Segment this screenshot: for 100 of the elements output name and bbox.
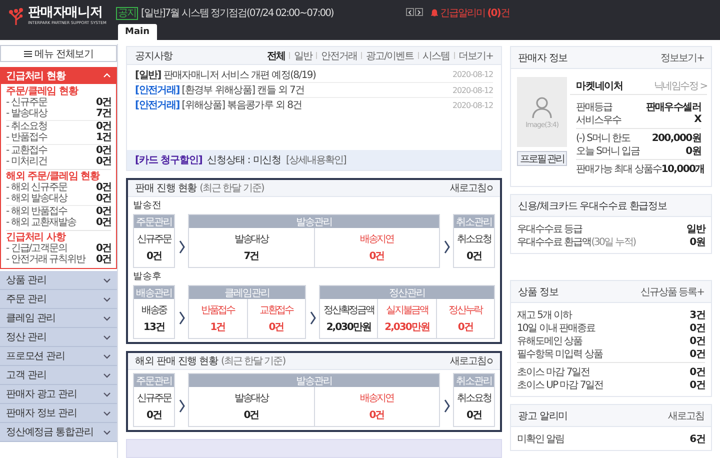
menu-item[interactable]: 상품 관리 xyxy=(0,271,117,290)
status-label: 배송지연 xyxy=(360,233,394,246)
more-link[interactable]: 더보기+ xyxy=(458,48,493,62)
chevron-down-icon xyxy=(103,410,111,416)
status-label[interactable]: - 취소요청 xyxy=(6,122,47,132)
status-count[interactable]: 0건 xyxy=(268,320,284,334)
prev-button[interactable] xyxy=(406,8,414,16)
status-label[interactable]: - 반품접수 xyxy=(6,132,47,143)
status-label[interactable]: - 해외 교환재발송 xyxy=(6,218,76,228)
urgent-header[interactable]: 긴급처리 현황 xyxy=(0,67,117,84)
notice-link[interactable]: [안전거래] [위해상품] 볶음콩가루 외 8건 xyxy=(135,98,302,112)
status-label[interactable]: - 해외 반품접수 xyxy=(6,207,67,218)
status-label: 정산누락 xyxy=(448,304,482,317)
info-value: 0원 xyxy=(690,236,705,248)
status-count[interactable]: 2,030만원 xyxy=(384,320,430,334)
status-count[interactable]: 0건 xyxy=(369,408,384,422)
status-count[interactable]: 1건 xyxy=(210,320,226,334)
status-count[interactable]: 0건 xyxy=(244,408,259,422)
status-count[interactable]: 7건 xyxy=(244,249,259,263)
chevron-down-icon xyxy=(103,278,111,282)
notice-link[interactable]: [일반] 판매자매니저 서비스 개편 예정(8/19) xyxy=(135,68,316,82)
chevron-right-icon xyxy=(444,240,450,254)
chevron-right-icon xyxy=(310,311,316,325)
status-count: 7건 xyxy=(96,108,111,119)
status-count: 0건 xyxy=(96,122,111,132)
refresh-link[interactable]: 새로고침 xyxy=(450,181,493,195)
status-label: 배송지연 xyxy=(360,392,394,405)
filter-tab[interactable]: 안전거래 xyxy=(321,48,358,62)
notice-badge: 공지 xyxy=(116,6,138,20)
menu-item[interactable]: 고객 관리 xyxy=(0,366,117,385)
info-label: 미확인 알림 xyxy=(517,432,564,446)
status-label: 발송대상 xyxy=(234,233,268,246)
main-tab[interactable]: Main xyxy=(118,24,157,40)
status-label: 신규주문 xyxy=(137,392,171,405)
next-button[interactable] xyxy=(415,8,423,16)
chevron-up-icon xyxy=(103,73,111,78)
card-status: 신청상태 : 미신청 xyxy=(207,154,281,167)
status-label[interactable]: - 해외 발송대상 xyxy=(6,194,67,204)
filter-tab[interactable]: 일반 xyxy=(294,48,312,62)
info-label: 10일 이내 판매종료 xyxy=(517,322,596,334)
menu-item[interactable]: 클레임 관리 xyxy=(0,309,117,328)
status-count[interactable]: 0건 xyxy=(466,249,482,263)
detail-link[interactable]: [상세내용확인] xyxy=(286,153,346,167)
info-value: 0건 xyxy=(690,348,705,360)
seller-name: 마켓네이처 xyxy=(575,80,624,92)
menu-item[interactable]: 판매자 광고 관리 xyxy=(0,385,117,404)
status-count[interactable]: 0건 xyxy=(146,249,162,263)
status-count: 0건 xyxy=(96,218,111,228)
status-count[interactable]: 0건 xyxy=(369,249,384,263)
menu-item[interactable]: 정산 관리 xyxy=(0,328,117,347)
chevron-down-icon xyxy=(103,430,111,434)
group-header: 정산관리 xyxy=(320,286,494,299)
menu-item[interactable]: 정산예정금 통합관리 xyxy=(0,423,117,442)
status-label[interactable]: - 해외 신규주문 xyxy=(6,183,67,194)
more-link[interactable]: 신규상품 등록+ xyxy=(640,284,704,298)
group-header: 클레임관리 xyxy=(189,286,305,299)
status-count[interactable]: 0건 xyxy=(466,408,482,422)
info-label: 초이스 UP 마감 7일전 xyxy=(517,378,604,392)
status-count[interactable]: 13건 xyxy=(144,320,164,334)
status-label: 발송대상 xyxy=(234,392,268,405)
notice-date: 2020-08-12 xyxy=(452,70,493,79)
urgent-alert-link[interactable]: 긴급알리미 (0)건 xyxy=(431,6,510,20)
menu-all-button[interactable]: 메뉴 전체보기 xyxy=(0,45,117,62)
info-value: 200,000원 xyxy=(652,132,701,144)
status-label[interactable]: - 교환접수 xyxy=(6,146,47,156)
profile-button[interactable]: 프로필 관리 xyxy=(517,151,567,166)
status-label[interactable]: - 신규주문 xyxy=(6,98,47,108)
status-label: 신규주문 xyxy=(137,233,171,246)
info-value: 0원 xyxy=(686,144,701,158)
refresh-link[interactable]: 새로고침 xyxy=(450,354,493,368)
info-value: 판매우수셀러 xyxy=(646,100,701,114)
status-count[interactable]: 0건 xyxy=(146,408,162,422)
status-count[interactable]: 2,030만원 xyxy=(326,320,371,334)
menu-item[interactable]: 주문 관리 xyxy=(0,290,117,309)
menu-item[interactable]: 판매자 정보 관리 xyxy=(0,404,117,423)
status-label[interactable]: - 발송대상 xyxy=(6,108,47,119)
info-label: 오늘 S머니 입금 xyxy=(576,144,640,158)
notice-text[interactable]: [일반]7월 시스템 정기점검(07/24 02:00~07:00) xyxy=(141,6,334,20)
user-icon xyxy=(530,95,554,119)
status-label[interactable]: - 안전거래 규칙위반 xyxy=(6,254,85,265)
info-label: 서비스우수 xyxy=(576,114,621,126)
menu-item[interactable]: 프로모션 관리 xyxy=(0,347,117,366)
notice-link[interactable]: [안전거래] [환경부 위해상품] 캔들 외 7건 xyxy=(135,83,304,97)
filter-tab[interactable]: 전체 xyxy=(267,48,286,62)
status-label[interactable]: - 미처리건 xyxy=(6,156,47,167)
more-link[interactable]: 새로고침 xyxy=(668,408,704,422)
info-label: (-) S머니 한도 xyxy=(576,132,630,144)
filter-tab[interactable]: 광고/이벤트 xyxy=(366,48,414,62)
info-value: 0건 xyxy=(690,322,705,334)
chevron-down-icon xyxy=(103,392,111,396)
filter-tab[interactable]: 시스템 xyxy=(422,48,450,62)
more-link[interactable]: 정보보기+ xyxy=(660,50,704,64)
panel-title: 광고 알리미 xyxy=(518,410,568,422)
chevron-right-icon xyxy=(178,311,184,325)
section-label: 발송후 xyxy=(133,271,162,282)
chevron-down-icon xyxy=(103,296,111,302)
info-value: 0건 xyxy=(690,366,705,378)
chevron-down-icon xyxy=(103,316,111,320)
status-count[interactable]: 0건 xyxy=(458,320,473,334)
status-label[interactable]: - 긴급/고객문의 xyxy=(6,244,68,254)
